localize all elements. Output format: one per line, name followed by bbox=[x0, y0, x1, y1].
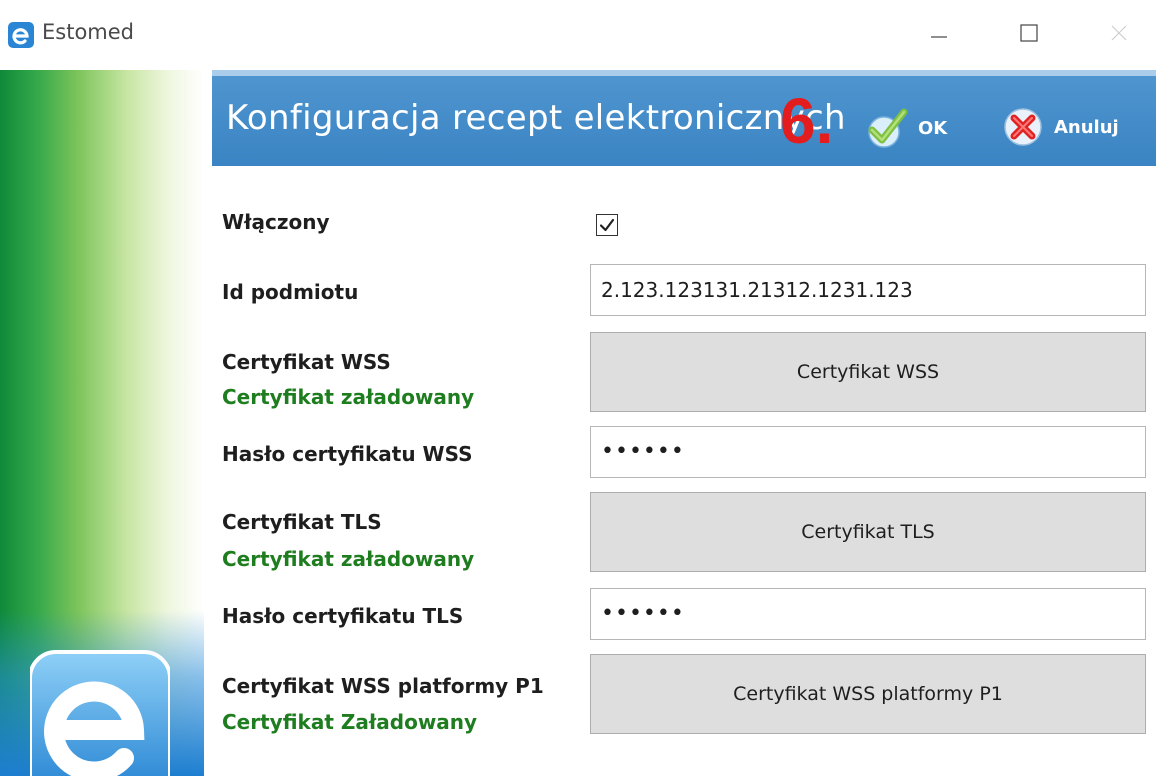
wss-cert-label: Certyfikat WSS bbox=[222, 350, 391, 374]
tls-password-input[interactable]: •••••• bbox=[590, 588, 1146, 640]
dialog-header: Konfiguracja recept elektronicznych 6. O… bbox=[212, 70, 1156, 166]
checkmark-icon bbox=[868, 108, 908, 148]
entity-id-label: Id podmiotu bbox=[222, 280, 359, 304]
close-button[interactable] bbox=[1094, 10, 1144, 56]
ok-button[interactable]: OK bbox=[864, 106, 947, 150]
enabled-label: Włączony bbox=[222, 210, 330, 234]
entity-id-input[interactable]: 2.123.123131.21312.1231.123 bbox=[590, 264, 1146, 316]
enabled-checkbox[interactable] bbox=[596, 214, 618, 236]
cancel-x-icon bbox=[1004, 108, 1042, 146]
minimize-button[interactable] bbox=[914, 10, 964, 56]
p1-cert-status: Certyfikat Załadowany bbox=[222, 710, 478, 734]
cancel-button[interactable]: Anuluj bbox=[1002, 106, 1119, 148]
estomed-logo-icon bbox=[30, 650, 170, 776]
dialog-title: Konfiguracja recept elektronicznych bbox=[226, 98, 846, 138]
checkbox-check-icon bbox=[599, 218, 615, 232]
tls-cert-status: Certyfikat załadowany bbox=[222, 547, 475, 571]
ok-label: OK bbox=[918, 117, 948, 139]
title-bar: Estomed bbox=[0, 0, 1156, 70]
left-sidebar-banner bbox=[0, 70, 204, 776]
p1-cert-button[interactable]: Certyfikat WSS platformy P1 bbox=[590, 654, 1146, 734]
maximize-icon bbox=[1020, 24, 1038, 42]
p1-cert-label: Certyfikat WSS platformy P1 bbox=[222, 674, 544, 698]
wss-cert-button[interactable]: Certyfikat WSS bbox=[590, 332, 1146, 412]
wss-password-label: Hasło certyfikatu WSS bbox=[222, 442, 473, 466]
wss-password-input[interactable]: •••••• bbox=[590, 426, 1146, 478]
minimize-icon bbox=[931, 36, 947, 38]
step-annotation: 6. bbox=[780, 85, 834, 157]
cancel-label: Anuluj bbox=[1054, 116, 1119, 138]
close-icon bbox=[1111, 25, 1127, 41]
tls-password-label: Hasło certyfikatu TLS bbox=[222, 604, 464, 628]
estomed-app-icon bbox=[8, 22, 34, 48]
wss-cert-status: Certyfikat załadowany bbox=[222, 385, 475, 409]
window-title: Estomed bbox=[42, 20, 134, 44]
tls-cert-label: Certyfikat TLS bbox=[222, 510, 382, 534]
maximize-button[interactable] bbox=[1004, 10, 1054, 56]
tls-cert-button[interactable]: Certyfikat TLS bbox=[590, 492, 1146, 572]
